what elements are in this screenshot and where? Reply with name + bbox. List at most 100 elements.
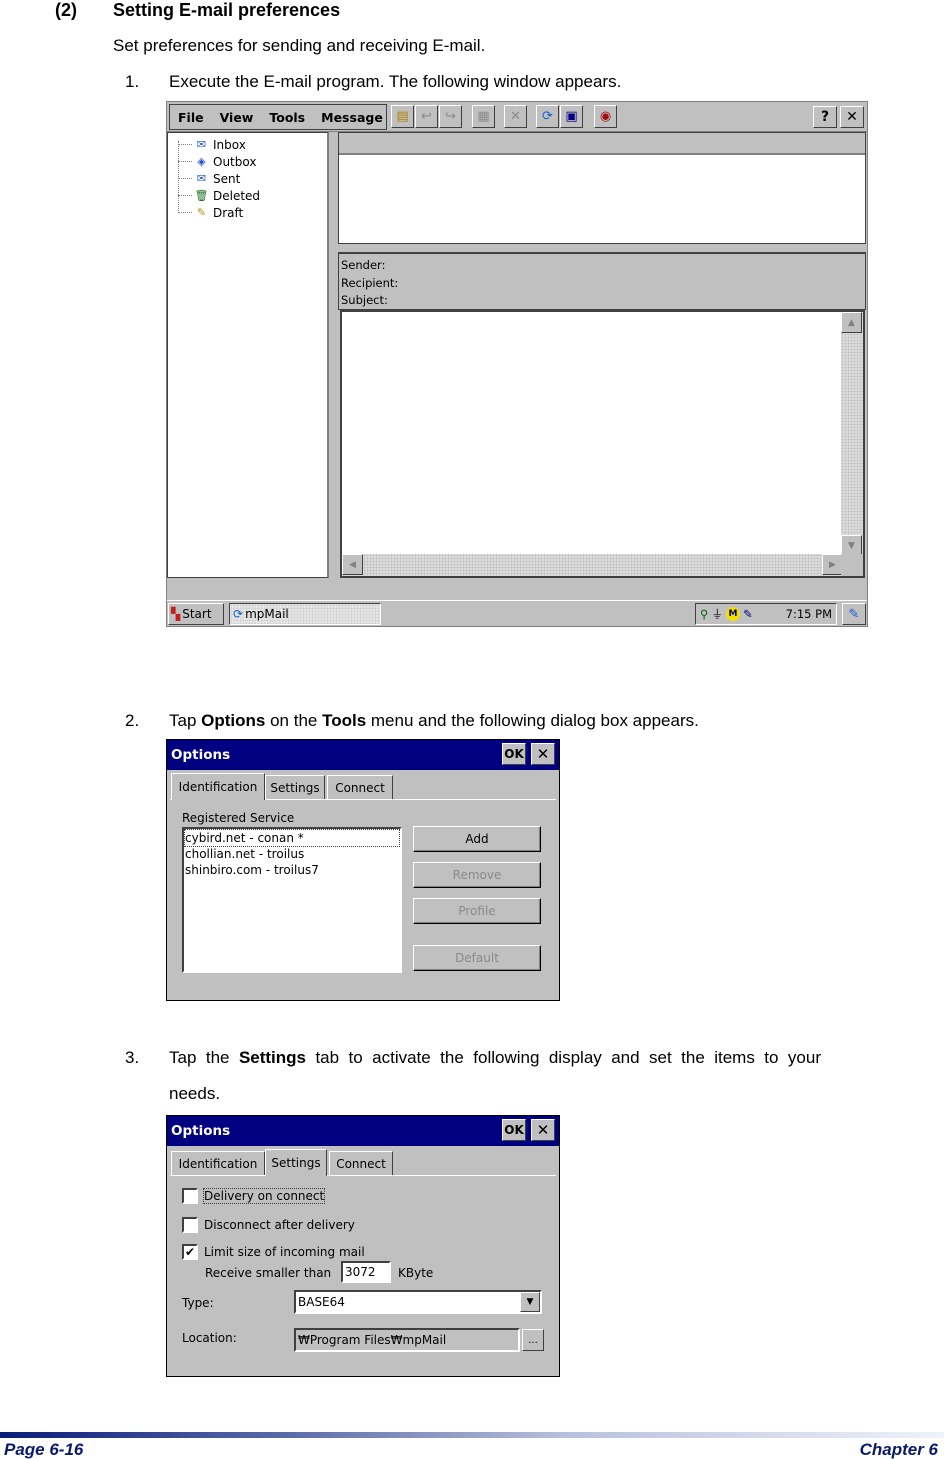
scroll-up-button[interactable]: ▲ xyxy=(841,312,862,333)
tab-settings[interactable]: Settings xyxy=(265,775,325,799)
default-button[interactable]: Default xyxy=(413,945,541,971)
ok-button[interactable]: OK xyxy=(502,1119,526,1141)
mail-window: File View Tools Message ▤ ↩ ↪ ▦ ✕ ⟳ ▣ ◉ … xyxy=(166,101,868,627)
horizontal-scrollbar[interactable]: ◀ ▶ xyxy=(342,554,843,576)
add-button[interactable]: Add xyxy=(413,826,541,852)
reply-all-icon[interactable]: ↪ xyxy=(439,105,462,128)
page-number: Page 6-16 xyxy=(4,1440,84,1459)
chevron-down-icon[interactable]: ▼ xyxy=(520,1292,540,1312)
step-3: 3. Tap the Settings tab to activate the … xyxy=(125,1048,821,1103)
limit-size-checkbox[interactable]: ✔ Limit size of incoming mail xyxy=(182,1244,365,1260)
tab-identification[interactable]: Identification xyxy=(171,773,265,800)
recipient-label: Recipient: xyxy=(341,275,399,290)
taskbar: ▚ Start ⟳ mpMail ⚲ ⏚ M ✎ 7:15 PM ✎ xyxy=(167,600,867,626)
menu-file[interactable]: File xyxy=(178,110,204,125)
checkbox-box[interactable] xyxy=(182,1217,198,1233)
folder-sent[interactable]: ✉ Sent xyxy=(178,170,240,187)
scroll-down-button[interactable]: ▼ xyxy=(841,535,862,556)
outbox-icon: ◈ xyxy=(197,155,206,168)
message-list-header[interactable] xyxy=(339,133,865,155)
registered-service-label: Registered Service xyxy=(182,811,295,825)
address-book-icon[interactable]: ◉ xyxy=(594,105,617,128)
connect-icon[interactable]: ▣ xyxy=(560,105,583,128)
keyboard-icon[interactable]: ✎ xyxy=(743,607,753,621)
message-body[interactable]: ▲ ▼ ◀ ▶ xyxy=(340,310,865,578)
sender-label: Sender: xyxy=(341,258,386,272)
disconnect-after-delivery-checkbox[interactable]: Disconnect after delivery xyxy=(182,1217,355,1233)
close-button[interactable]: ✕ xyxy=(531,743,555,765)
section-title: Setting E-mail preferences xyxy=(113,0,341,20)
menu-bar: File View Tools Message ▤ ↩ ↪ ▦ ✕ ⟳ ▣ ◉ … xyxy=(167,102,867,132)
close-button[interactable]: ✕ xyxy=(840,106,864,128)
delivery-on-connect-checkbox[interactable]: Delivery on connect xyxy=(182,1188,326,1204)
scroll-left-button[interactable]: ◀ xyxy=(342,554,363,575)
checkbox-box[interactable] xyxy=(182,1188,198,1204)
desktop-icon: ✎ xyxy=(848,606,860,622)
mpmail-icon: ⟳ xyxy=(233,607,244,621)
tab-bar: Identification Settings Connect xyxy=(167,1149,559,1176)
start-button[interactable]: ▚ Start xyxy=(168,603,224,625)
folder-deleted[interactable]: 🗑 Deleted xyxy=(178,187,260,204)
list-item[interactable]: cybird.net - conan * xyxy=(184,829,400,847)
send-receive-icon[interactable]: ⟳ xyxy=(536,105,559,128)
inbox-icon: ✉ xyxy=(196,138,207,151)
step-text: Execute the E-mail program. The followin… xyxy=(169,72,622,91)
location-field: ₩Program Files₩mpMail xyxy=(294,1328,520,1352)
sent-icon: ✉ xyxy=(196,172,207,185)
vertical-scrollbar[interactable]: ▲ ▼ xyxy=(841,312,863,556)
tab-connect[interactable]: Connect xyxy=(327,775,393,799)
kbyte-label: KByte xyxy=(398,1266,434,1280)
clock[interactable]: 7:15 PM xyxy=(786,607,832,621)
profile-button[interactable]: Profile xyxy=(413,898,541,924)
section-number: (2) xyxy=(55,0,77,20)
close-button[interactable]: ✕ xyxy=(531,1119,555,1141)
reply-icon[interactable]: ↩ xyxy=(415,105,438,128)
desktop-button[interactable]: ✎ xyxy=(842,603,866,625)
folder-inbox[interactable]: ✉ Inbox xyxy=(178,136,246,153)
taskbar-item-mpmail[interactable]: ⟳ mpMail xyxy=(229,603,381,625)
step-2: 2. Tap Options on the Tools menu and the… xyxy=(125,711,699,730)
location-label: Location: xyxy=(182,1331,237,1345)
help-button[interactable]: ? xyxy=(813,106,837,128)
tab-identification[interactable]: Identification xyxy=(171,1151,265,1175)
list-item[interactable]: chollian.net - troilus xyxy=(185,846,399,862)
trash-icon: 🗑 xyxy=(194,189,209,202)
menu-tools[interactable]: Tools xyxy=(269,110,305,125)
size-limit-input[interactable]: 3072 xyxy=(341,1261,391,1283)
remove-button[interactable]: Remove xyxy=(413,862,541,888)
scroll-right-button[interactable]: ▶ xyxy=(822,554,843,575)
folder-tree: ✉ Inbox ◈ Outbox ✉ Sent 🗑 Deleted ✎ Draf… xyxy=(167,132,329,578)
print-icon[interactable]: ▦ xyxy=(472,105,495,128)
list-item[interactable]: shinbiro.com - troilus7 xyxy=(185,862,399,878)
tab-settings[interactable]: Settings xyxy=(265,1149,327,1176)
tab-connect[interactable]: Connect xyxy=(329,1151,393,1175)
footer-divider xyxy=(0,1432,944,1438)
chapter-label: Chapter 6 xyxy=(859,1440,938,1459)
receive-smaller-label: Receive smaller than xyxy=(205,1266,332,1280)
draft-icon: ✎ xyxy=(196,206,207,219)
system-tray: ⚲ ⏚ M ✎ 7:15 PM xyxy=(695,603,837,625)
options-dialog-identification: Options OK ✕ Identification Settings Con… xyxy=(166,739,560,1001)
type-select[interactable]: BASE64 ▼ xyxy=(294,1290,542,1314)
step-number: 1. xyxy=(125,72,140,91)
options-emphasis: Options xyxy=(201,711,266,730)
message-list[interactable] xyxy=(338,132,866,244)
network-icon[interactable]: ⚲ xyxy=(700,607,708,621)
dialog-title-bar: Options OK ✕ xyxy=(167,740,559,770)
delete-icon[interactable]: ✕ xyxy=(504,105,527,128)
settings-emphasis: Settings xyxy=(238,1048,306,1067)
menu-message[interactable]: Message xyxy=(321,110,383,125)
input-method-icon[interactable]: M xyxy=(725,607,740,621)
browse-button[interactable]: ... xyxy=(522,1329,544,1351)
checkmark-icon[interactable]: ✔ xyxy=(182,1244,198,1260)
ok-button[interactable]: OK xyxy=(502,743,526,765)
folder-draft[interactable]: ✎ Draft xyxy=(178,204,243,221)
power-plug-icon[interactable]: ⏚ xyxy=(711,606,723,622)
dialog-title-bar: Options OK ✕ xyxy=(167,1116,559,1146)
section-intro: Set preferences for sending and receivin… xyxy=(113,36,486,55)
registered-service-list[interactable]: cybird.net - conan * chollian.net - troi… xyxy=(182,827,402,973)
new-message-icon[interactable]: ▤ xyxy=(391,105,414,128)
folder-outbox[interactable]: ◈ Outbox xyxy=(178,153,256,170)
tab-bar: Identification Settings Connect xyxy=(167,773,559,800)
menu-view[interactable]: View xyxy=(220,110,254,125)
